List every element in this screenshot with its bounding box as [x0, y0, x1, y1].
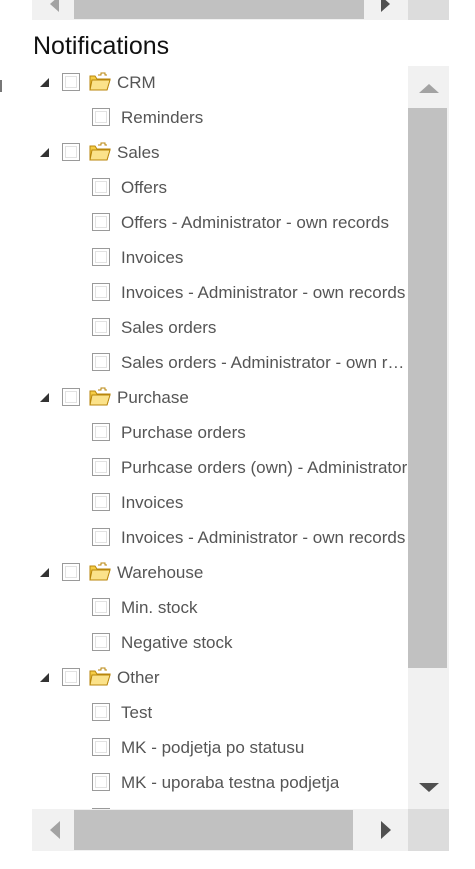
node-label: Other	[117, 668, 160, 687]
tree-leaf-node[interactable]: Purchase orders	[32, 416, 408, 451]
node-checkbox[interactable]	[92, 528, 110, 546]
tree-leaf-node[interactable]: MK - podjetja po statusu	[32, 731, 408, 766]
top-horizontal-scrollbar[interactable]	[32, 0, 449, 20]
node-label: Purchase orders	[121, 423, 246, 442]
node-checkbox[interactable]	[92, 283, 110, 301]
left-edge-marker	[0, 80, 2, 92]
node-label: MK - podjetja po statusu	[121, 738, 305, 757]
node-label: Invoices	[121, 493, 184, 512]
horizontal-scrollbar[interactable]	[32, 809, 449, 851]
node-checkbox[interactable]	[92, 703, 110, 721]
scroll-down-arrow-icon[interactable]	[419, 783, 439, 792]
node-label: CRM	[117, 73, 156, 92]
node-label: Purhcase orders (own) - Administrator	[121, 458, 408, 477]
expanded-triangle-icon[interactable]	[40, 568, 49, 577]
scroll-left-arrow-icon[interactable]	[50, 821, 60, 839]
node-label: Offers	[121, 178, 167, 197]
tree-group-node[interactable]: Sales	[32, 136, 408, 171]
section-title: Notifications	[33, 32, 170, 60]
node-checkbox[interactable]	[62, 388, 80, 406]
tree-leaf-node[interactable]: Invoices	[32, 486, 408, 521]
vertical-scrollbar[interactable]	[408, 66, 449, 809]
node-checkbox[interactable]	[92, 633, 110, 651]
tree-leaf-node[interactable]: MK - uporaba testna podjetja	[32, 766, 408, 801]
scrollbar-corner	[408, 0, 449, 20]
tree-leaf-node[interactable]: Purhcase orders (own) - Administrator	[32, 451, 408, 486]
scroll-left-arrow-icon[interactable]	[50, 0, 59, 12]
node-checkbox[interactable]	[92, 353, 110, 371]
tree-group-node[interactable]: Warehouse	[32, 556, 408, 591]
horizontal-scroll-thumb[interactable]	[74, 0, 364, 19]
node-checkbox[interactable]	[92, 248, 110, 266]
node-label: Sales orders	[121, 318, 217, 337]
node-label: Invoices - Administrator - own records	[121, 528, 406, 547]
node-checkbox[interactable]	[62, 563, 80, 581]
folder-icon	[88, 666, 112, 688]
tree-group-node[interactable]: CRM	[32, 66, 408, 101]
node-label: Invoices	[121, 248, 184, 267]
node-checkbox[interactable]	[62, 668, 80, 686]
node-checkbox[interactable]	[92, 458, 110, 476]
node-checkbox[interactable]	[92, 178, 110, 196]
tree-leaf-node[interactable]: Sales orders - Administrator - own recor…	[32, 346, 408, 381]
node-checkbox[interactable]	[92, 213, 110, 231]
folder-icon	[88, 141, 112, 163]
folder-icon	[88, 561, 112, 583]
node-label: Min. stock	[121, 598, 198, 617]
horizontal-scroll-thumb[interactable]	[74, 810, 353, 850]
tree-group-node[interactable]: Other	[32, 661, 408, 696]
tree-list: CRM Reminders Sales Offers Offers - Administ…	[32, 66, 408, 809]
tree-leaf-node[interactable]: Test	[32, 696, 408, 731]
notifications-tree: CRM Reminders Sales Offers Offers - Administ…	[32, 66, 408, 809]
node-label: Purchase	[117, 388, 189, 407]
folder-icon	[88, 386, 112, 408]
node-label: Offers - Administrator - own records	[121, 213, 389, 232]
tree-leaf-node[interactable]: Invoices - Administrator - own records	[32, 276, 408, 311]
folder-icon	[88, 71, 112, 93]
tree-leaf-node[interactable]: Sales orders	[32, 311, 408, 346]
node-checkbox[interactable]	[92, 108, 110, 126]
tree-leaf-node[interactable]: Offers	[32, 171, 408, 206]
expanded-triangle-icon[interactable]	[40, 78, 49, 87]
node-checkbox[interactable]	[92, 318, 110, 336]
node-label: Sales	[117, 143, 160, 162]
tree-leaf-node[interactable]: Reminders	[32, 101, 408, 136]
tree-leaf-node[interactable]: Invoices - Administrator - own records	[32, 521, 408, 556]
tree-leaf-node[interactable]: Offers - Administrator - own records	[32, 206, 408, 241]
node-checkbox[interactable]	[62, 143, 80, 161]
tree-leaf-node[interactable]: Min. stock	[32, 591, 408, 626]
node-label: Warehouse	[117, 563, 204, 582]
expanded-triangle-icon[interactable]	[40, 393, 49, 402]
tree-leaf-node[interactable]: Negative stock	[32, 626, 408, 661]
node-label: Sales orders - Administrator - own recor…	[121, 353, 408, 372]
expanded-triangle-icon[interactable]	[40, 673, 49, 682]
node-checkbox[interactable]	[62, 73, 80, 91]
node-checkbox[interactable]	[92, 598, 110, 616]
node-label: MK - uporaba testna podjetja	[121, 773, 340, 792]
node-checkbox[interactable]	[92, 493, 110, 511]
node-checkbox[interactable]	[92, 773, 110, 791]
expanded-triangle-icon[interactable]	[40, 148, 49, 157]
tree-leaf-node[interactable]: Invoices	[32, 241, 408, 276]
node-label: Negative stock	[121, 633, 233, 652]
node-label: Invoices - Administrator - own records	[121, 283, 406, 302]
vertical-scroll-thumb[interactable]	[408, 108, 447, 668]
node-label: Reminders	[121, 108, 204, 127]
tree-leaf-node[interactable]	[32, 801, 408, 809]
scroll-right-arrow-icon[interactable]	[381, 0, 390, 12]
tree-group-node[interactable]: Purchase	[32, 381, 408, 416]
scrollbar-corner	[408, 809, 449, 851]
scroll-right-arrow-icon[interactable]	[381, 821, 391, 839]
node-checkbox[interactable]	[92, 423, 110, 441]
node-checkbox[interactable]	[92, 738, 110, 756]
node-label: Test	[121, 703, 153, 722]
scroll-up-arrow-icon[interactable]	[419, 84, 439, 93]
